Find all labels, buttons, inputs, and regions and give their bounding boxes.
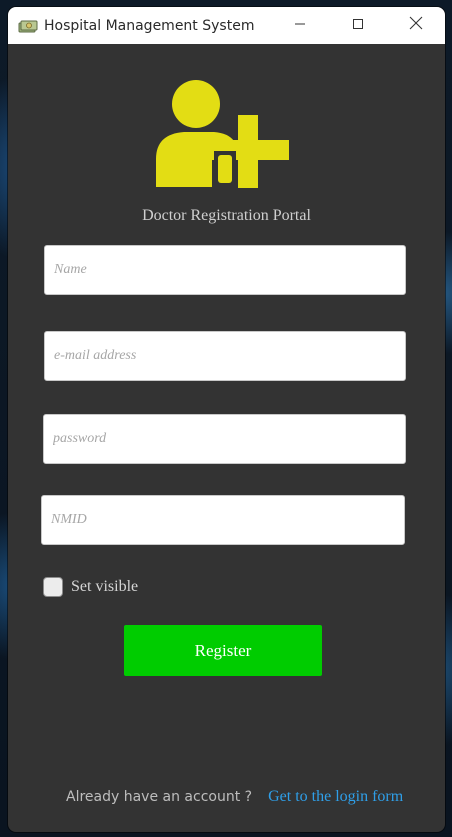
window-title: Hospital Management System bbox=[44, 17, 255, 34]
email-input[interactable] bbox=[44, 331, 406, 381]
set-visible-label[interactable]: Set visible bbox=[71, 578, 138, 596]
add-user-icon bbox=[146, 79, 291, 191]
close-icon bbox=[409, 16, 423, 35]
account-prompt-text: Already have an account ? bbox=[66, 789, 253, 805]
set-visible-checkbox[interactable] bbox=[43, 577, 63, 597]
set-visible-row[interactable]: Set visible bbox=[43, 577, 138, 597]
register-button[interactable]: Register bbox=[124, 625, 322, 676]
maximize-icon bbox=[352, 17, 364, 35]
login-prompt: Already have an account ? Get to the log… bbox=[66, 788, 403, 806]
nmid-input[interactable] bbox=[41, 495, 405, 545]
app-window: Hospital Management System Doctor Regist… bbox=[8, 7, 445, 832]
money-stack-icon bbox=[18, 18, 38, 34]
name-input[interactable] bbox=[44, 245, 406, 295]
title-bar[interactable]: Hospital Management System bbox=[8, 7, 445, 44]
close-button[interactable] bbox=[387, 7, 445, 44]
password-input[interactable] bbox=[43, 414, 406, 464]
window-controls bbox=[271, 7, 445, 44]
login-link[interactable]: Get to the login form bbox=[268, 788, 403, 806]
portal-title: Doctor Registration Portal bbox=[142, 207, 311, 224]
minimize-button[interactable] bbox=[271, 7, 329, 44]
minimize-icon bbox=[294, 17, 306, 35]
maximize-button[interactable] bbox=[329, 7, 387, 44]
